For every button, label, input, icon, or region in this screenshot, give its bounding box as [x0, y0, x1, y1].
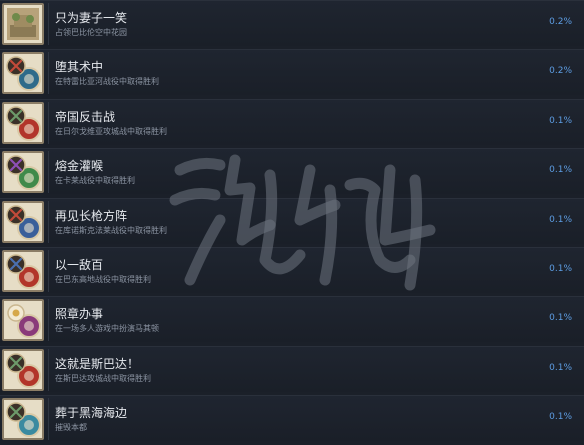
achievement-row[interactable]: 堕其术中在特雷比亚河战役中取得胜利 0.2% — [0, 49, 584, 95]
achievement-title: 以一敌百 — [55, 258, 104, 272]
unlock-percentage: 0.2% — [549, 66, 572, 76]
achievement-description: 在特雷比亚河战役中取得胜利 — [55, 77, 159, 86]
crossed-swords-laurel-icon — [2, 151, 44, 193]
crossed-swords-wolf-icon — [2, 250, 44, 292]
achievement-description: 在斯巴达攻城战中取得胜利 — [55, 374, 151, 383]
unlock-percentage: 0.1% — [549, 412, 572, 422]
crossed-swords-star-icon — [2, 201, 44, 243]
achievement-row[interactable]: 这就是斯巴达！ 在斯巴达攻城战中取得胜利 0.1% — [0, 346, 584, 392]
achievement-title: 再见长枪方阵 — [55, 209, 128, 223]
achievement-row[interactable]: 帝国反击战在日尔戈维亚攻城战中取得胜利 0.1% — [0, 99, 584, 145]
row-divider — [48, 250, 49, 292]
unlock-percentage: 0.2% — [549, 17, 572, 27]
unlock-percentage: 0.1% — [549, 215, 572, 225]
unlock-percentage: 0.1% — [549, 116, 572, 126]
achievement-description: 在库诺斯克法莱战役中取得胜利 — [55, 226, 167, 235]
row-divider — [48, 398, 49, 440]
row-divider — [48, 151, 49, 193]
achievement-row[interactable]: 只为妻子一笑占领巴比伦空中花园 0.2% — [0, 0, 584, 46]
unlock-percentage: 0.1% — [549, 363, 572, 373]
achievement-title: 照章办事 — [55, 307, 104, 321]
achievement-row[interactable]: 再见长枪方阵在库诺斯克法莱战役中取得胜利 0.1% — [0, 198, 584, 244]
macedon-sun-icon — [2, 299, 44, 341]
row-divider — [48, 102, 49, 144]
crossed-swords-moon-icon — [2, 52, 44, 94]
achievement-description: 在巴东高地战役中取得胜利 — [55, 275, 151, 284]
row-divider — [48, 349, 49, 391]
row-divider — [48, 52, 49, 94]
achievement-description: 摧毁本都 — [55, 423, 87, 432]
achievement-description: 在卡莱战役中取得胜利 — [55, 176, 135, 185]
achievement-description: 在一场多人游戏中扮演马其顿 — [55, 324, 159, 333]
achievement-row[interactable]: 熔金灌喉在卡莱战役中取得胜利 0.1% — [0, 148, 584, 194]
crossed-swords-eagle-icon — [2, 102, 44, 144]
achievement-title: 熔金灌喉 — [55, 159, 104, 173]
crossed-swords-sparta-icon — [2, 349, 44, 391]
achievement-description: 占领巴比伦空中花园 — [55, 28, 127, 37]
achievement-row[interactable]: 葬于黑海海边摧毁本都 0.1% — [0, 395, 584, 441]
hanging-gardens-icon — [2, 3, 44, 45]
achievement-description: 在日尔戈维亚攻城战中取得胜利 — [55, 127, 167, 136]
row-divider — [48, 299, 49, 341]
achievement-title: 只为妻子一笑 — [55, 11, 128, 25]
unlock-percentage: 0.1% — [549, 264, 572, 274]
row-divider — [48, 201, 49, 243]
achievement-title: 葬于黑海海边 — [55, 406, 128, 420]
achievement-row[interactable]: 以一敌百在巴东高地战役中取得胜利 0.1% — [0, 247, 584, 293]
unlock-percentage: 0.1% — [549, 313, 572, 323]
achievement-row[interactable]: 照章办事在一场多人游戏中扮演马其顿 0.1% — [0, 296, 584, 342]
achievement-title: 这就是斯巴达！ — [55, 357, 140, 371]
achievement-title: 堕其术中 — [55, 60, 104, 74]
achievement-title: 帝国反击战 — [55, 110, 116, 124]
unlock-percentage: 0.1% — [549, 165, 572, 175]
crossed-spears-icon — [2, 398, 44, 440]
row-divider — [48, 3, 49, 45]
